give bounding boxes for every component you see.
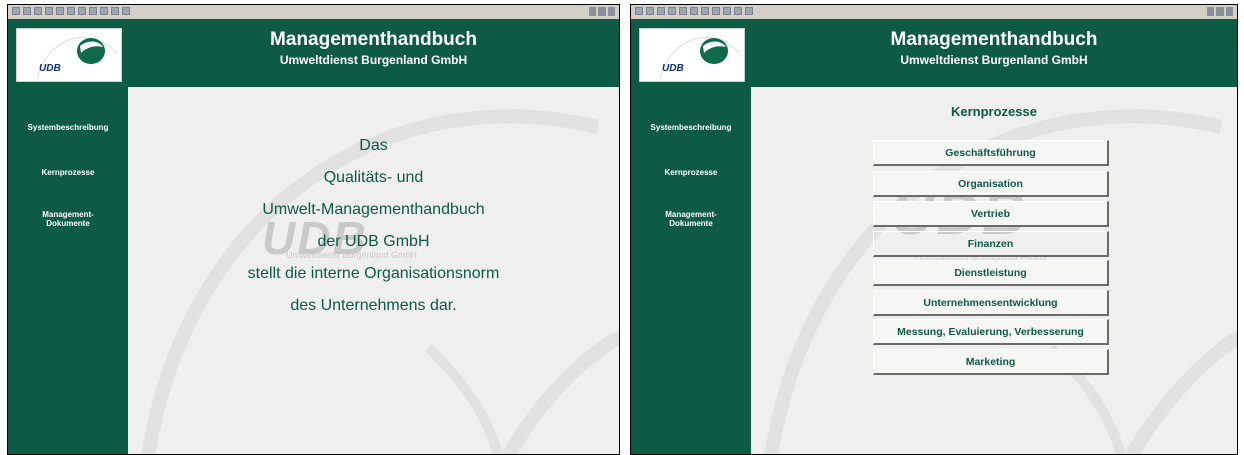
page-header: UDB Managementhandbuch Umweltdienst Burg… (8, 19, 619, 87)
sidebar-item-management-dokumente[interactable]: Management- Dokumente (631, 210, 751, 228)
stop-icon[interactable] (34, 7, 42, 15)
intro-text-line: Umwelt-Managementhandbuch (262, 201, 485, 218)
sidebar-item-systembeschreibung[interactable]: Systembeschreibung (8, 123, 128, 132)
sidebar: Systembeschreibung Kernprozesse Manageme… (631, 87, 751, 454)
intro-text-line: der UDB GmbH (317, 233, 430, 250)
home-icon[interactable] (56, 7, 64, 15)
minimize-icon[interactable] (1207, 7, 1215, 16)
search-icon[interactable] (690, 7, 698, 15)
screenshot-kernprozesse-page: UDB Managementhandbuch Umweltdienst Burg… (630, 4, 1238, 455)
sidebar-item-management-dokumente[interactable]: Management- Dokumente (8, 210, 128, 228)
kernprozess-button-dienstleistung[interactable]: Dienstleistung (873, 260, 1109, 286)
kernprozess-button-messung-evaluierung-verbesserung[interactable]: Messung, Evaluierung, Verbesserung (873, 319, 1109, 345)
page-subtitle: Umweltdienst Burgenland GmbH (900, 53, 1088, 67)
print-icon[interactable] (111, 7, 119, 15)
page-title: Managementhandbuch (270, 29, 477, 50)
mail-icon[interactable] (100, 7, 108, 15)
history-icon[interactable] (89, 7, 97, 15)
screenshot-start-page: UDB Managementhandbuch Umweltdienst Burg… (7, 4, 620, 455)
edit-icon[interactable] (745, 7, 753, 15)
kernprozess-button-unternehmensentwicklung[interactable]: Unternehmensentwicklung (873, 290, 1109, 316)
browser-toolbar (631, 5, 1237, 20)
logo-text: UDB (662, 63, 684, 74)
search-icon[interactable] (67, 7, 75, 15)
section-heading: Kernprozesse (951, 104, 1037, 119)
sidebar-item-label: Dokumente (669, 219, 713, 228)
refresh-icon[interactable] (45, 7, 53, 15)
edit-icon[interactable] (122, 7, 130, 15)
favorites-icon[interactable] (701, 7, 709, 15)
udb-logo[interactable]: UDB (639, 28, 745, 82)
mail-icon[interactable] (723, 7, 731, 15)
kernprozess-button-finanzen[interactable]: Finanzen (873, 231, 1109, 257)
logo-text: UDB (39, 63, 61, 74)
forward-icon[interactable] (646, 7, 654, 15)
sidebar-item-label: Management- (42, 210, 94, 219)
kernprozess-button-marketing[interactable]: Marketing (873, 349, 1109, 375)
refresh-icon[interactable] (668, 7, 676, 15)
favorites-icon[interactable] (78, 7, 86, 15)
main-content: UDB Umweltdienst Burgenland GmbH Kernpro… (751, 87, 1237, 454)
kernprozess-button-organisation[interactable]: Organisation (873, 171, 1109, 197)
page-header: UDB Managementhandbuch Umweltdienst Burg… (631, 19, 1237, 87)
intro-text-line: Das (359, 137, 388, 154)
maximize-icon[interactable] (1216, 7, 1224, 16)
home-icon[interactable] (679, 7, 687, 15)
close-icon[interactable] (1225, 7, 1233, 16)
kernprozess-button-geschaeftsfuehrung[interactable]: Geschäftsführung (873, 140, 1109, 166)
minimize-icon[interactable] (589, 7, 597, 16)
print-icon[interactable] (734, 7, 742, 15)
udb-logo[interactable]: UDB (16, 28, 122, 82)
forward-icon[interactable] (23, 7, 31, 15)
kernprozess-button-vertrieb[interactable]: Vertrieb (873, 201, 1109, 227)
browser-toolbar (8, 5, 619, 20)
sidebar-item-label: Management- (665, 210, 717, 219)
main-content: UDB Umweltdienst Burgenland GmbH Das Qua… (128, 87, 619, 454)
page-title: Managementhandbuch (890, 29, 1098, 50)
sidebar-item-systembeschreibung[interactable]: Systembeschreibung (631, 123, 751, 132)
maximize-icon[interactable] (598, 7, 606, 16)
sidebar-item-kernprozesse[interactable]: Kernprozesse (631, 168, 751, 177)
back-icon[interactable] (635, 7, 643, 15)
watermark-text: Umweltdienst Burgenland GmbH (286, 250, 418, 260)
globe-icon (659, 37, 741, 80)
history-icon[interactable] (712, 7, 720, 15)
stop-icon[interactable] (657, 7, 665, 15)
sidebar: Systembeschreibung Kernprozesse Manageme… (8, 87, 128, 454)
page-subtitle: Umweltdienst Burgenland GmbH (279, 53, 468, 67)
back-icon[interactable] (12, 7, 20, 15)
globe-icon (36, 37, 118, 80)
intro-text-line: stellt die interne Organisationsnorm (247, 265, 500, 282)
intro-text-line: des Unternehmens dar. (290, 297, 457, 314)
close-icon[interactable] (607, 7, 615, 16)
sidebar-item-label: Dokumente (46, 219, 90, 228)
intro-text-line: Qualitäts- und (323, 169, 424, 186)
sidebar-item-kernprozesse[interactable]: Kernprozesse (8, 168, 128, 177)
